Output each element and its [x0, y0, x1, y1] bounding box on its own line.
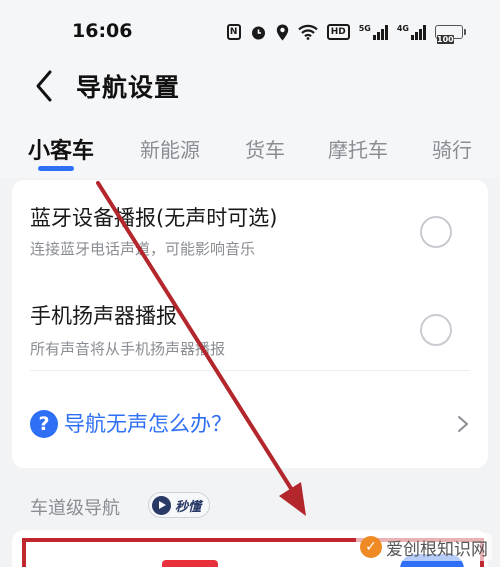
- watermark-logo-icon: ✓: [360, 536, 382, 558]
- watermark-text: 爱创根知识网: [386, 539, 488, 560]
- vehicle-tabs: 小客车 新能源 货车 摩托车 骑行: [0, 114, 500, 178]
- play-icon: [152, 495, 171, 515]
- tab-motorcycle[interactable]: 摩托车: [328, 134, 388, 163]
- active-tab-indicator: [38, 166, 74, 171]
- lane-navigation-section-label: 车道级导航: [30, 498, 120, 519]
- signal-sim1-icon: 5G: [359, 24, 388, 40]
- speaker-broadcast-checkbox[interactable]: [420, 314, 452, 346]
- quick-explain-badge-label: 秒懂: [175, 499, 202, 515]
- battery-level: 100: [437, 35, 454, 44]
- chevron-right-icon: [458, 416, 468, 432]
- app-header: 导航设置: [0, 62, 500, 114]
- quick-explain-badge[interactable]: 秒懂: [148, 492, 211, 518]
- nfc-icon: N: [226, 24, 241, 40]
- wifi-icon: [297, 24, 318, 40]
- speaker-broadcast-subtitle: 所有声音将从手机扬声器播报: [30, 340, 226, 358]
- tab-cycling[interactable]: 骑行: [432, 134, 472, 163]
- tab-new-energy[interactable]: 新能源: [140, 134, 200, 163]
- location-icon: [276, 24, 288, 40]
- question-icon: ?: [30, 410, 58, 438]
- tab-car[interactable]: 小客车: [28, 133, 94, 165]
- bluetooth-broadcast-subtitle: 连接蓝牙电话声道，可能影响音乐: [30, 240, 256, 258]
- no-sound-help-row[interactable]: ? 导航无声怎么办？: [12, 380, 488, 468]
- page-title: 导航设置: [76, 73, 181, 102]
- alarm-icon: [251, 26, 265, 39]
- watermark: ✓ 爱创根知识网: [356, 533, 492, 561]
- broadcast-settings-card: 蓝牙设备播报(无声时可选) 连接蓝牙电话声道，可能影响音乐 手机扬声器播报 所有…: [12, 180, 488, 468]
- no-sound-help-link[interactable]: 导航无声怎么办？: [64, 408, 232, 438]
- tab-truck[interactable]: 货车: [245, 134, 285, 163]
- back-arrow-icon[interactable]: [30, 66, 60, 106]
- speaker-broadcast-title: 手机扬声器播报: [30, 304, 177, 328]
- battery-icon: 100: [435, 25, 466, 44]
- hd-voice-icon: HD: [326, 24, 350, 40]
- status-icons: N HD 5G 4G 100: [226, 22, 466, 44]
- status-time: 16:06: [72, 20, 133, 42]
- bluetooth-broadcast-title: 蓝牙设备播报(无声时可选): [30, 206, 278, 230]
- status-bar: 16:06 N HD 5G 4G 100: [0, 0, 500, 62]
- signal-sim2-icon: 4G: [397, 24, 426, 40]
- bluetooth-broadcast-checkbox[interactable]: [420, 216, 452, 248]
- divider: [30, 370, 470, 371]
